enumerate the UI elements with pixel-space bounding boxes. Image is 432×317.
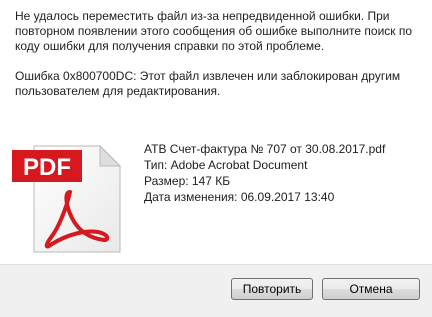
file-details: ATB Счет-фактура № 707 от 30.08.2017.pdf… xyxy=(144,141,385,205)
button-bar: Повторить Отмена xyxy=(0,264,432,317)
file-modified-date: Дата изменения: 06.09.2017 13:40 xyxy=(144,190,335,204)
error-message: Не удалось переместить файл из-за непред… xyxy=(15,9,420,114)
file-name: ATB Счет-фактура № 707 от 30.08.2017.pdf xyxy=(144,142,386,156)
file-size: Размер: 147 КБ xyxy=(144,174,231,188)
error-code-text: Ошибка 0x800700DC: Этот файл извлечен ил… xyxy=(15,69,401,98)
pdf-label: PDF xyxy=(23,154,71,181)
pdf-file-icon: PDF xyxy=(12,140,128,256)
file-type: Тип: Adobe Acrobat Document xyxy=(144,158,308,172)
cancel-button[interactable]: Отмена xyxy=(322,278,420,300)
error-text: Не удалось переместить файл из-за непред… xyxy=(15,9,413,53)
file-operation-error-dialog: Не удалось переместить файл из-за непред… xyxy=(0,0,432,317)
retry-button[interactable]: Повторить xyxy=(231,278,313,300)
